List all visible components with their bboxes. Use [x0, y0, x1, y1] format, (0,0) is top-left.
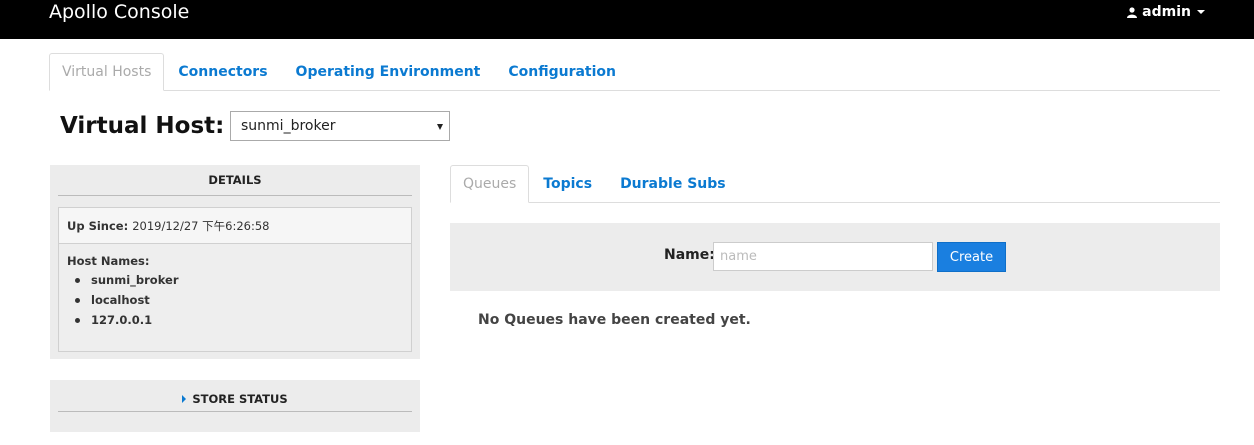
store-status-panel: STORE STATUS — [50, 380, 420, 432]
navbar: Apollo Console admin — [0, 0, 1254, 39]
up-since-row: Up Since: 2019/12/27 下午6:26:58 — [59, 208, 411, 244]
details-box: Up Since: 2019/12/27 下午6:26:58 Host Name… — [58, 207, 412, 352]
create-queue-form: Name: Create — [450, 223, 1220, 291]
user-menu[interactable]: admin — [1127, 2, 1205, 22]
brand-title[interactable]: Apollo Console — [49, 0, 189, 24]
virtual-host-select[interactable]: sunmi_broker — [230, 111, 450, 141]
up-since-label: Up Since: — [67, 218, 129, 233]
virtual-host-label: Virtual Host: — [60, 113, 225, 139]
user-name: admin — [1142, 4, 1191, 20]
store-status-label: STORE STATUS — [192, 391, 288, 406]
host-name: 127.0.0.1 — [91, 313, 153, 327]
tab-topics[interactable]: Topics — [529, 165, 606, 202]
create-button[interactable]: Create — [937, 242, 1006, 272]
tab-durable-subs[interactable]: Durable Subs — [606, 165, 740, 202]
list-item: sunmi_broker — [75, 270, 403, 290]
host-name: localhost — [91, 293, 150, 307]
tab-operating-environment[interactable]: Operating Environment — [282, 53, 495, 90]
tab-queues[interactable]: Queues — [450, 165, 530, 203]
host-names-label: Host Names: — [67, 254, 150, 268]
chevron-down-icon — [1197, 10, 1205, 14]
host-names-section: Host Names: sunmi_broker localhost 127.0… — [59, 244, 411, 340]
up-since-value: 2019/12/27 下午6:26:58 — [132, 218, 270, 233]
dropdown-arrow-icon — [437, 124, 443, 130]
list-item: 127.0.0.1 — [75, 310, 403, 330]
caret-right-icon — [182, 394, 187, 403]
store-status-toggle[interactable]: STORE STATUS — [58, 386, 412, 412]
details-header: DETAILS — [58, 165, 412, 196]
bullet-icon — [75, 297, 80, 303]
host-name: sunmi_broker — [91, 273, 179, 287]
sub-tabs: Queues Topics Durable Subs — [450, 165, 1220, 203]
tab-configuration[interactable]: Configuration — [494, 53, 630, 90]
empty-queues-message: No Queues have been created yet. — [478, 312, 751, 328]
tab-virtual-hosts[interactable]: Virtual Hosts — [49, 53, 165, 91]
name-label: Name: — [664, 247, 715, 263]
queue-name-input[interactable] — [713, 242, 933, 271]
virtual-host-selected-value: sunmi_broker — [241, 118, 336, 134]
tab-connectors[interactable]: Connectors — [164, 53, 281, 90]
user-icon — [1127, 6, 1138, 18]
bullet-icon — [75, 317, 80, 323]
main-tabs: Virtual Hosts Connectors Operating Envir… — [49, 53, 1220, 91]
bullet-icon — [75, 277, 80, 283]
host-names-list: sunmi_broker localhost 127.0.0.1 — [67, 270, 403, 330]
details-panel: DETAILS Up Since: 2019/12/27 下午6:26:58 H… — [50, 165, 420, 359]
list-item: localhost — [75, 290, 403, 310]
